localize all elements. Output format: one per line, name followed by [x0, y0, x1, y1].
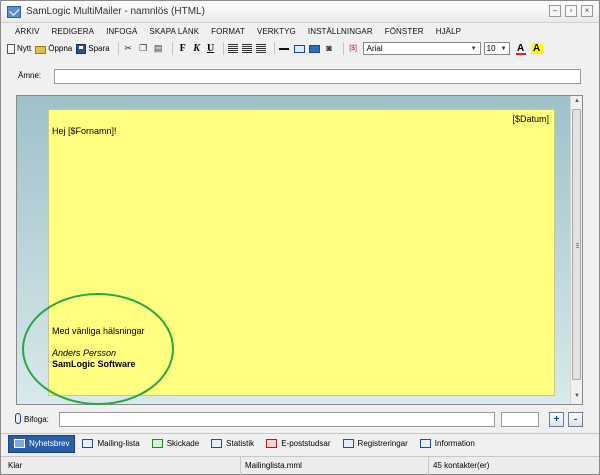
registrations-icon: [342, 439, 354, 448]
sent-icon: [151, 439, 163, 448]
underline-button[interactable]: U: [205, 43, 217, 54]
status-contacts: 45 kontakter(er): [433, 461, 490, 470]
scrollbar-thumb[interactable]: [572, 109, 581, 380]
toolbar-separator: [342, 42, 344, 55]
horizontal-line-icon[interactable]: [278, 47, 289, 50]
menu-skapa-lank[interactable]: SKAPA LÄNK: [149, 27, 205, 36]
subject-row: Ämne:: [1, 63, 599, 87]
scroll-up-icon[interactable]: ▲: [573, 98, 581, 106]
align-center-icon[interactable]: [241, 44, 252, 53]
date-field: [$Datum]: [512, 114, 549, 124]
menu-fonster[interactable]: FÖNSTER: [385, 27, 430, 36]
paperclip-icon: [15, 413, 21, 424]
font-size-select[interactable]: 10 ▼: [483, 42, 510, 55]
highlight-color-button[interactable]: A: [530, 43, 543, 54]
tab-label: Registreringar: [357, 439, 408, 448]
tab-label: Nyhetsbrev: [29, 439, 70, 448]
align-left-icon[interactable]: [227, 44, 238, 53]
tab-label: Skickade: [166, 439, 200, 448]
menu-verktyg[interactable]: VERKTYG: [257, 27, 302, 36]
font-select-value: Arial: [366, 44, 383, 53]
subject-input[interactable]: [54, 69, 581, 84]
new-document-icon: [7, 43, 15, 54]
menu-installningar[interactable]: INSTÄLLNINGAR: [308, 27, 379, 36]
tab-label: E-poststudsar: [281, 439, 331, 448]
paste-icon[interactable]: ▤: [153, 43, 164, 54]
chevron-down-icon: ▼: [500, 45, 507, 52]
attachment-label: Bifoga:: [24, 415, 49, 424]
window-title: SamLogic MultiMailer - namnlös (HTML): [26, 6, 205, 17]
tab-label: Statistik: [226, 439, 255, 448]
tab-statistik[interactable]: Statistik: [206, 435, 259, 453]
statistics-icon: [211, 439, 223, 448]
newsletter-icon: [14, 439, 25, 448]
save-button[interactable]: Spara: [76, 41, 110, 56]
tab-information[interactable]: Information: [415, 435, 480, 453]
add-attachment-button[interactable]: +: [549, 412, 564, 427]
information-icon: [419, 439, 431, 448]
close-button[interactable]: ×: [581, 5, 593, 17]
menu-bar: ARKIV REDIGERA INFOGA SKAPA LÄNK FORMAT …: [1, 24, 599, 39]
scroll-down-icon[interactable]: ▼: [573, 393, 581, 401]
greeting-text: Hej [$Fornamn]!: [52, 126, 117, 136]
insert-field-icon[interactable]: [$]: [348, 43, 359, 54]
mailing-list-icon: [82, 439, 94, 448]
tab-nyhetsbrev[interactable]: Nyhetsbrev: [8, 434, 76, 453]
font-select[interactable]: Arial ▼: [362, 42, 481, 55]
toolbar-separator: [171, 42, 173, 55]
toolbar-separator: [222, 42, 224, 55]
bounce-icon: [266, 439, 278, 448]
menu-hjalp[interactable]: HJÄLP: [436, 27, 467, 36]
bold-button[interactable]: F: [177, 43, 189, 54]
save-button-label: Spara: [88, 44, 110, 53]
chevron-down-icon: ▼: [470, 45, 477, 52]
remove-attachment-button[interactable]: -: [568, 412, 583, 427]
toolbar-separator: [273, 42, 275, 55]
attachment-input[interactable]: [59, 412, 495, 427]
tab-registreringar[interactable]: Registreringar: [338, 435, 413, 453]
tab-label: Mailing-lista: [97, 439, 140, 448]
italic-button[interactable]: K: [191, 43, 203, 54]
font-color-button[interactable]: A: [515, 43, 527, 55]
scrollbar-grip: [576, 243, 579, 248]
align-right-icon[interactable]: [255, 44, 266, 53]
tab-label: Information: [434, 439, 475, 448]
menu-infoga[interactable]: INFOGA: [106, 27, 143, 36]
insert-image-icon[interactable]: [308, 44, 320, 53]
app-mail-icon: [7, 5, 21, 18]
font-size-value: 10: [486, 44, 496, 53]
status-file: Mailinglista.mml: [241, 457, 429, 475]
copy-icon[interactable]: ❐: [138, 43, 149, 54]
folder-icon: [35, 45, 47, 54]
menu-redigera[interactable]: REDIGERA: [52, 27, 101, 36]
text-box-icon[interactable]: [293, 44, 305, 53]
toolbar: Nytt Öppna Spara ✂ ❐ ▤ F K U ◙ [$] Arial…: [1, 40, 599, 57]
subject-label: Ämne:: [18, 71, 42, 80]
new-button-label: Nytt: [17, 44, 32, 53]
tab-skickade[interactable]: Skickade: [147, 435, 204, 453]
floppy-disk-icon: [76, 43, 87, 54]
status-text: Klar: [4, 457, 241, 475]
tab-e-poststudsar[interactable]: E-poststudsar: [261, 435, 335, 453]
attachment-row: Bifoga: + -: [1, 409, 599, 431]
bottom-tab-bar: Nyhetsbrev Mailing-lista Skickade Statis…: [1, 433, 599, 453]
menu-format[interactable]: FORMAT: [211, 27, 251, 36]
tab-mailing-lista[interactable]: Mailing-lista: [77, 435, 144, 453]
menu-arkiv[interactable]: ARKIV: [15, 27, 46, 36]
title-bar: SamLogic MultiMailer - namnlös (HTML) – …: [1, 1, 599, 23]
minimize-button[interactable]: –: [549, 5, 561, 17]
toolbar-separator: [117, 42, 119, 55]
cut-icon[interactable]: ✂: [123, 43, 134, 54]
window-controls: – ▫ ×: [549, 5, 593, 17]
vertical-scrollbar[interactable]: ▲ ▼: [570, 96, 582, 404]
open-button[interactable]: Öppna: [35, 41, 72, 56]
maximize-button[interactable]: ▫: [565, 5, 577, 17]
app-window: SamLogic MultiMailer - namnlös (HTML) – …: [0, 0, 600, 475]
open-button-label: Öppna: [48, 44, 73, 53]
new-button[interactable]: Nytt: [7, 41, 31, 56]
insert-object-icon[interactable]: ◙: [324, 43, 335, 54]
attachment-size-field[interactable]: [501, 412, 539, 427]
status-bar: Klar Mailinglista.mml 45 kontakter(er): [1, 456, 599, 475]
annotation-circle: [22, 293, 174, 405]
